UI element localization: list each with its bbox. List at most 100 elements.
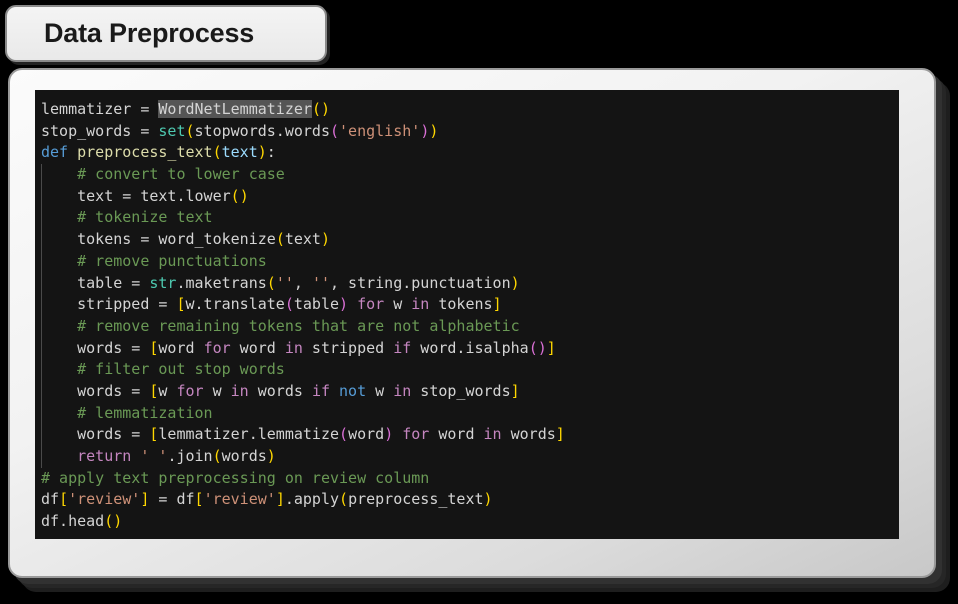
code-token: if [311, 381, 330, 400]
code-token: lemmatizer [41, 100, 141, 118]
code-token: # apply text preprocessing on review col… [41, 468, 430, 487]
code-token: stop_words [41, 121, 141, 140]
code-lines: lemmatizer = WordNetLemmatizer() stop_wor… [35, 99, 899, 533]
code-line: tokens = word_tokenize(text) [35, 229, 899, 251]
code-token: , string.punctuation [330, 273, 511, 292]
code-token: for [357, 295, 385, 314]
code-token: w [158, 381, 177, 400]
code-line: lemmatizer = WordNetLemmatizer() [35, 99, 899, 121]
code-token: ) [320, 100, 330, 118]
code-token: [ [176, 295, 186, 314]
code-token: for [203, 338, 231, 357]
code-token: .join [167, 447, 213, 465]
code-token: words = [41, 338, 150, 357]
page-title: Data Preprocess [44, 18, 255, 48]
code-token: for [176, 381, 204, 400]
code-token: w.translate [185, 295, 285, 314]
code-block[interactable]: lemmatizer = WordNetLemmatizer() stop_wor… [35, 90, 899, 539]
code-token: # tokenize text [77, 208, 213, 227]
code-token: ] [546, 338, 556, 357]
code-line: # remove punctuations [35, 250, 899, 273]
code-token: ) [429, 121, 439, 140]
code-line: return ' '.join(words) [35, 446, 899, 468]
code-token: text [284, 230, 321, 249]
code-token: w [366, 381, 394, 400]
code-token: ( [212, 143, 222, 162]
code-line: table = str.maketrans('', '', string.pun… [35, 272, 899, 295]
code-token: df.head [41, 512, 105, 531]
code-token: ) [266, 447, 276, 465]
code-token: ( [230, 186, 240, 205]
code-line: # remove remaining tokens that are not a… [35, 315, 899, 338]
code-line: words = [w for w in words if not w in st… [35, 380, 899, 403]
code-line: # lemmatization [35, 402, 899, 425]
code-token: WordNetLemmatizer [158, 100, 312, 118]
code-token: ) [384, 425, 394, 444]
code-token: # remove punctuations [77, 251, 267, 270]
code-token: ( [185, 121, 195, 140]
code-token: 'review' [203, 490, 276, 509]
code-token: , [293, 273, 312, 292]
code-token: ) [420, 121, 430, 140]
code-card: lemmatizer = WordNetLemmatizer() stop_wor… [8, 68, 936, 578]
code-line: # tokenize text [35, 207, 899, 229]
code-token: tokens = word_tokenize [41, 230, 276, 249]
code-token: str [149, 273, 177, 292]
code-token: df [41, 490, 60, 509]
code-token: '' [311, 273, 330, 292]
code-token: word [230, 338, 285, 357]
code-token: 'review' [68, 490, 141, 509]
code-token: = [140, 100, 159, 118]
code-token: preprocess_text [348, 490, 484, 509]
code-token: # lemmatization [77, 403, 213, 422]
code-token: in [230, 381, 249, 400]
code-token: ( [266, 273, 276, 292]
code-token: # convert to lower case [77, 165, 285, 184]
code-token: stop_words [411, 381, 511, 400]
code-token: ) [257, 143, 267, 162]
code-token: words = [41, 381, 150, 400]
code-token: ( [528, 338, 538, 357]
code-token: word [348, 425, 385, 444]
code-token: .apply [284, 490, 340, 509]
code-line: words = [lemmatizer.lemmatize(word) for … [35, 424, 899, 446]
code-token: ) [239, 186, 249, 205]
code-token: .maketrans [176, 273, 267, 292]
code-token: ( [311, 100, 321, 118]
code-token: w [203, 381, 231, 400]
code-token: words [501, 425, 556, 444]
code-token: in [411, 295, 430, 314]
code-token: ( [339, 425, 349, 444]
code-token: ) [483, 490, 493, 509]
code-token: # remove remaining tokens that are not a… [77, 316, 520, 335]
code-token: set [158, 121, 186, 140]
code-token: if [393, 338, 412, 357]
code-token: 'english' [339, 121, 421, 140]
code-token: table = [41, 273, 150, 292]
code-token: # filter out stop words [77, 360, 285, 379]
slide-title-tab: Data Preprocess [5, 5, 327, 62]
code-token: ( [330, 121, 340, 140]
code-token: word [429, 425, 484, 444]
code-token: in [483, 425, 502, 444]
code-token: preprocess_text [77, 143, 213, 162]
code-token: text [221, 143, 258, 162]
code-token: = [140, 121, 159, 140]
code-token: words = [41, 425, 150, 444]
code-token: [ [194, 490, 204, 509]
code-token: word.isalpha [411, 338, 529, 357]
code-token: = df [149, 490, 195, 509]
code-token: return [77, 447, 132, 465]
code-token: ) [537, 338, 547, 357]
code-token: stripped = [41, 295, 177, 314]
code-token: for [402, 425, 430, 444]
code-token: ( [104, 512, 114, 531]
code-token: w [384, 295, 412, 314]
code-token: ) [510, 273, 520, 292]
